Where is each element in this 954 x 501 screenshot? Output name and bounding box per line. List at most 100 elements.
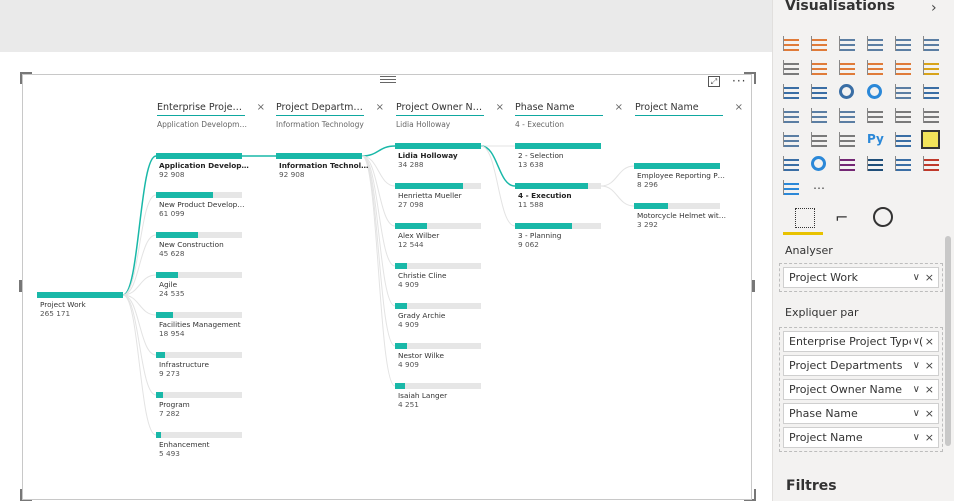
decomposition-tree-icon[interactable] [921, 130, 940, 149]
donut-chart-icon[interactable] [867, 84, 882, 99]
custom-visual-icon[interactable] [783, 180, 799, 195]
clustered-column-icon[interactable] [867, 36, 883, 51]
focus-mode-icon[interactable]: ⤢ [708, 76, 720, 87]
close-icon[interactable]: × [924, 428, 934, 447]
tree-node[interactable]: Motorcycle Helmet wit… 3 292 [634, 203, 726, 233]
analytics-tab-icon[interactable] [873, 207, 893, 227]
column-header-enterprise-project-type[interactable]: Enterprise Proje… × Application Developm… [157, 102, 267, 129]
powerapps-icon[interactable] [839, 156, 855, 171]
chevron-down-icon[interactable]: ∨ [910, 268, 920, 287]
remove-level-icon[interactable]: × [496, 102, 504, 113]
explain-field[interactable]: Enterprise Project Type ( ∨ × [783, 331, 939, 352]
tree-node[interactable]: Alex Wilber 12 544 [395, 223, 481, 253]
close-icon[interactable]: × [924, 268, 934, 287]
node-value: 27 098 [398, 200, 424, 209]
close-icon[interactable]: × [924, 380, 934, 399]
tree-node[interactable]: Enhancement 5 493 [156, 432, 242, 462]
chevron-down-icon[interactable]: ∨ [910, 356, 920, 375]
100-bar-icon[interactable] [895, 36, 911, 51]
kpi-icon[interactable] [923, 108, 939, 123]
tree-node[interactable]: Henrietta Mueller 27 098 [395, 183, 481, 213]
scatter-icon[interactable] [811, 84, 827, 99]
tree-node[interactable]: Isaiah Langer 4 251 [395, 383, 481, 413]
tree-node[interactable]: Information Technol… 92 908 [276, 153, 368, 183]
chevron-down-icon[interactable]: ∨ [910, 332, 920, 351]
column-header-project-owner-name[interactable]: Project Owner N… × Lidia Holloway [396, 102, 506, 129]
slicer-icon[interactable] [783, 132, 799, 147]
python-visual-icon[interactable]: Py [867, 132, 884, 147]
tree-node[interactable]: New Construction 45 628 [156, 232, 242, 262]
tree-node[interactable]: New Product Develop… 61 099 [156, 192, 245, 222]
tree-node[interactable]: Grady Archie 4 909 [395, 303, 481, 333]
tree-node[interactable]: Employee Reporting P… 8 296 [634, 163, 725, 193]
tree-node[interactable]: 4 - Execution 11 588 [515, 183, 601, 213]
chevron-down-icon[interactable]: ∨ [910, 428, 920, 447]
remove-level-icon[interactable]: × [257, 102, 265, 113]
remove-level-icon[interactable]: × [376, 102, 384, 113]
column-header-project-name[interactable]: Project Name × [635, 102, 745, 116]
tree-node[interactable]: Application Develop… 92 908 [156, 153, 249, 183]
waterfall-icon[interactable] [783, 84, 799, 99]
filled-map-icon[interactable] [783, 108, 799, 123]
table-icon[interactable] [811, 132, 827, 147]
close-icon[interactable]: × [924, 332, 934, 351]
area-chart-icon[interactable] [811, 60, 827, 75]
tree-node[interactable]: 3 - Planning 9 062 [515, 223, 601, 253]
explain-field[interactable]: Project Departments ∨ × [783, 355, 939, 376]
stacked-area-icon[interactable] [839, 60, 855, 75]
pie-chart-icon[interactable] [839, 84, 854, 99]
card-icon[interactable] [867, 108, 883, 123]
globe-icon[interactable] [811, 156, 826, 171]
treemap-icon[interactable] [895, 84, 911, 99]
line-chart-icon[interactable] [783, 60, 799, 75]
multirow-card-icon[interactable] [895, 108, 911, 123]
map-icon[interactable] [923, 84, 939, 99]
explain-field[interactable]: Project Owner Name ∨ × [783, 379, 939, 400]
more-visuals-icon[interactable]: … [813, 178, 828, 193]
column-header-phase-name[interactable]: Phase Name × 4 - Execution [515, 102, 625, 129]
remove-level-icon[interactable]: × [615, 102, 623, 113]
funnel-icon[interactable] [811, 108, 827, 123]
node-bar-track [395, 263, 481, 269]
collapse-pane-icon[interactable]: › [931, 0, 937, 16]
chevron-down-icon[interactable]: ∨ [910, 404, 920, 423]
column-header-project-departments[interactable]: Project Departm… × Information Technolog… [276, 102, 386, 129]
chevron-down-icon[interactable]: ∨ [910, 380, 920, 399]
stacked-column-icon[interactable] [811, 36, 827, 51]
line-clustered-icon[interactable] [895, 60, 911, 75]
tree-node[interactable]: Christie Cline 4 909 [395, 263, 481, 293]
ribbon-chart-icon[interactable] [923, 60, 939, 75]
analyze-field[interactable]: Project Work ∨ × [783, 267, 939, 288]
format-tab-icon[interactable]: ⌐ [835, 208, 855, 228]
gantt-icon[interactable] [923, 156, 939, 171]
qa-icon[interactable] [783, 156, 799, 171]
fields-tab-icon[interactable] [795, 208, 815, 228]
number-card-icon[interactable] [895, 156, 911, 171]
tree-node[interactable]: Infrastructure 9 273 [156, 352, 242, 382]
matrix-icon[interactable] [839, 132, 855, 147]
close-icon[interactable]: × [924, 404, 934, 423]
tree-node[interactable]: Agile 24 535 [156, 272, 242, 302]
pane-scrollbar[interactable] [945, 236, 951, 446]
close-icon[interactable]: × [924, 356, 934, 375]
gauge-icon[interactable] [839, 108, 855, 123]
explain-field[interactable]: Project Name ∨ × [783, 427, 939, 448]
tree-node[interactable]: Facilities Management 18 954 [156, 312, 242, 342]
tree-node[interactable]: Lidia Holloway 34 288 [395, 143, 481, 173]
more-options-icon[interactable]: ··· [732, 74, 746, 88]
decomposition-tree-visual[interactable] [22, 74, 752, 500]
explain-field[interactable]: Phase Name ∨ × [783, 403, 939, 424]
line-column-icon[interactable] [867, 60, 883, 75]
stacked-bar-icon[interactable] [783, 36, 799, 51]
100-column-icon[interactable] [923, 36, 939, 51]
drag-grip-icon[interactable] [380, 76, 396, 84]
tree-node[interactable]: Program 7 282 [156, 392, 242, 422]
clustered-bar-icon[interactable] [839, 36, 855, 51]
filters-header[interactable]: Filtres [786, 478, 837, 494]
remove-level-icon[interactable]: × [735, 102, 743, 113]
root-node[interactable]: Project Work 265 171 [37, 292, 123, 322]
tree-node[interactable]: Nestor Wilke 4 909 [395, 343, 481, 373]
tree-node[interactable]: 2 - Selection 13 638 [515, 143, 601, 173]
smart-narrative-icon[interactable] [867, 156, 883, 171]
key-influencers-icon[interactable] [895, 132, 911, 147]
